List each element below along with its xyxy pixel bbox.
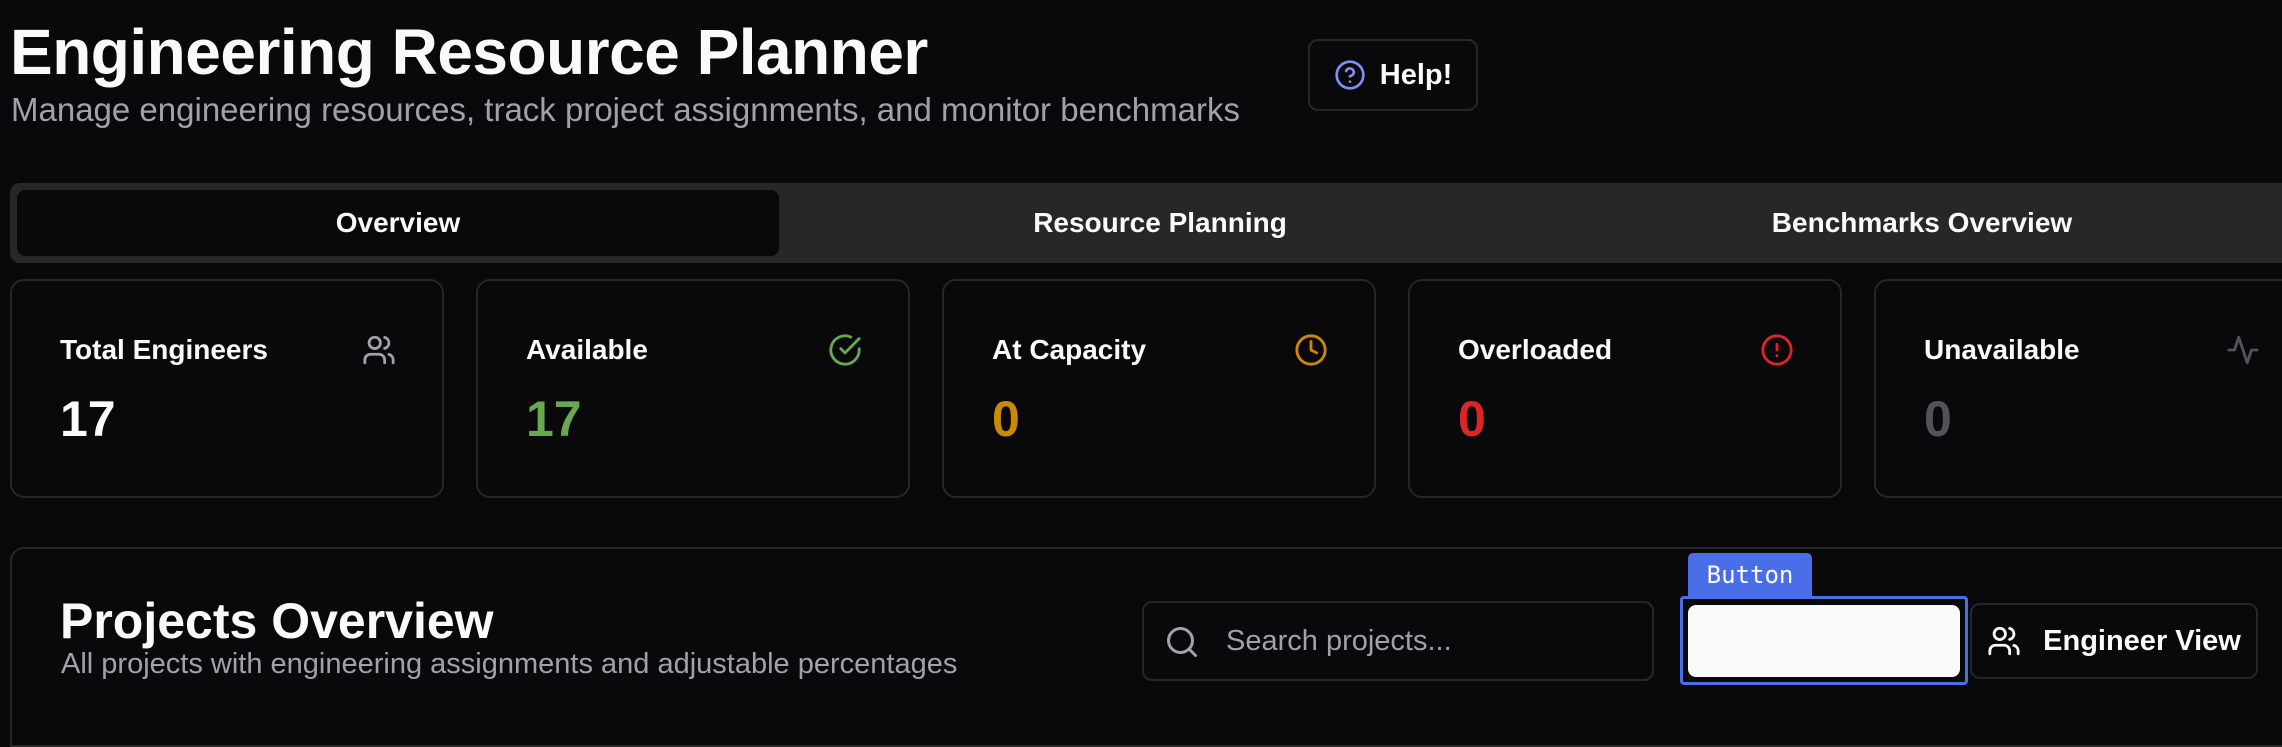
stat-label: Total Engineers bbox=[60, 334, 268, 365]
stat-value: 17 bbox=[60, 391, 116, 447]
stat-card-available: Available 17 bbox=[476, 279, 910, 498]
page-subtitle: Manage engineering resources, track proj… bbox=[11, 91, 1240, 128]
tab-resource-planning[interactable]: Resource Planning bbox=[779, 190, 1541, 256]
help-circle-icon bbox=[1335, 60, 1365, 90]
projects-title: Projects Overview bbox=[60, 593, 494, 649]
stat-label: Overloaded bbox=[1458, 334, 1613, 365]
users-icon bbox=[1988, 626, 2020, 656]
alert-circle-icon bbox=[1761, 334, 1793, 366]
stat-card-overloaded: Overloaded 0 bbox=[1408, 279, 1842, 498]
help-button[interactable]: Help! bbox=[1308, 39, 1478, 111]
stat-card-at-capacity: At Capacity 0 bbox=[942, 279, 1376, 498]
help-button-label: Help! bbox=[1379, 58, 1453, 91]
stat-card-unavailable: Unavailable 0 bbox=[1874, 279, 2282, 498]
check-circle-icon bbox=[829, 334, 861, 366]
stat-value: 0 bbox=[1924, 391, 1952, 447]
engineer-view-label: Engineer View bbox=[2043, 624, 2241, 657]
activity-icon bbox=[2227, 335, 2259, 365]
tab-benchmarks-overview[interactable]: Benchmarks Overview bbox=[1541, 190, 2282, 256]
search-input[interactable] bbox=[1224, 603, 1644, 679]
tab-bar: Overview Resource Planning Benchmarks Ov… bbox=[10, 183, 2282, 263]
stat-label: Unavailable bbox=[1924, 334, 2080, 365]
stat-value: 0 bbox=[1458, 391, 1486, 447]
stat-value: 0 bbox=[992, 391, 1020, 447]
clock-icon bbox=[1295, 334, 1327, 366]
projects-subtitle: All projects with engineering assignment… bbox=[61, 648, 958, 680]
tab-overview[interactable]: Overview bbox=[17, 190, 779, 256]
project-search-field[interactable] bbox=[1142, 601, 1654, 681]
stat-value: 17 bbox=[526, 391, 582, 447]
stat-card-total-engineers: Total Engineers 17 bbox=[10, 279, 444, 498]
engineer-view-button[interactable]: Engineer View bbox=[1970, 603, 2258, 679]
button-tooltip: Button bbox=[1688, 553, 1812, 597]
page-title: Engineering Resource Planner bbox=[10, 16, 928, 88]
unlabeled-button[interactable] bbox=[1688, 605, 1960, 677]
stat-label: Available bbox=[526, 334, 648, 365]
stat-label: At Capacity bbox=[992, 334, 1147, 365]
users-icon bbox=[363, 335, 395, 365]
search-icon bbox=[1167, 627, 1197, 657]
